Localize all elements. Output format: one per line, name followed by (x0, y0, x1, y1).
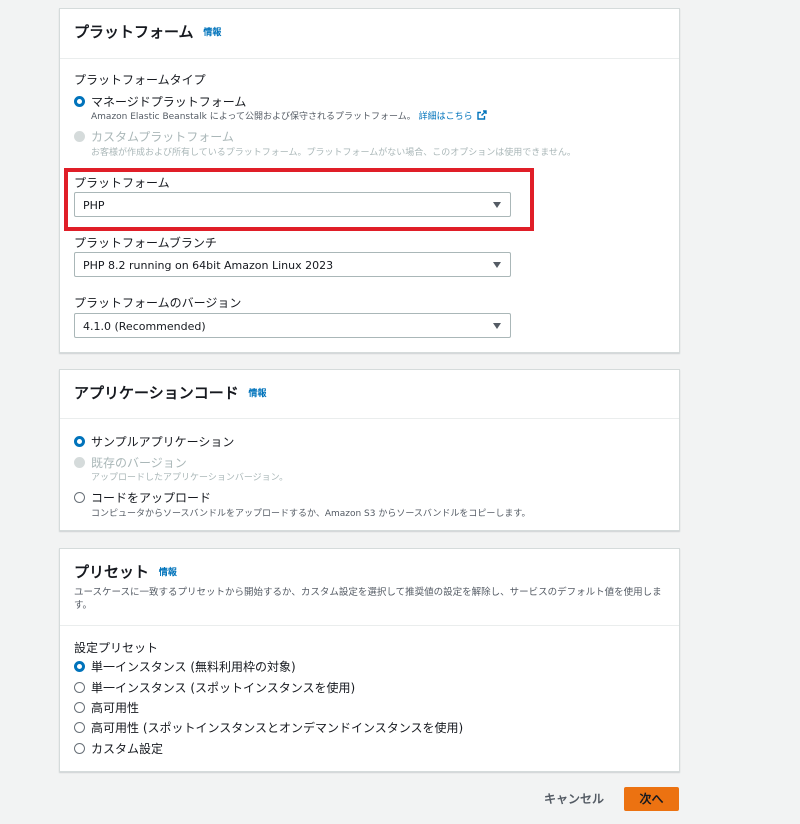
caret-down-icon (493, 323, 501, 329)
radio-preset-option[interactable]: カスタム設定 (74, 740, 163, 757)
radio-button-checked[interactable] (74, 436, 85, 447)
panel-title: プリセット (74, 563, 150, 581)
radio-button-disabled (74, 131, 85, 142)
learn-more-link[interactable]: 詳細はこちら (418, 110, 488, 122)
radio-label: 既存のバージョン (91, 456, 187, 470)
radio-button[interactable] (74, 722, 85, 733)
existing-version-desc: アップロードしたアプリケーションバージョン。 (91, 473, 289, 483)
info-link[interactable]: 情報 (203, 28, 221, 38)
desc-text: Amazon Elastic Beanstalk によって公開および保守されるプ… (91, 112, 416, 122)
managed-platform-desc: Amazon Elastic Beanstalk によって公開および保守されるプ… (91, 109, 488, 122)
preset-panel-header: プリセット 情報 ユースケースに一致するプリセットから開始するか、カスタム設定を… (60, 549, 679, 626)
radio-label: 高可用性 (91, 701, 140, 715)
radio-button-disabled (74, 457, 85, 468)
radio-button[interactable] (74, 682, 85, 693)
radio-upload-code[interactable]: コードをアップロード (74, 489, 211, 506)
panel-title: アプリケーションコード (74, 384, 239, 402)
caret-down-icon (493, 262, 501, 268)
platform-branch-select[interactable]: PHP 8.2 running on 64bit Amazon Linux 20… (74, 252, 511, 277)
radio-button[interactable] (74, 743, 85, 754)
panel-description: ユースケースに一致するプリセットから開始するか、カスタム設定を選択して推奨値の設… (74, 587, 662, 611)
platform-type-label: プラットフォームタイプ (74, 73, 206, 87)
select-value: PHP 8.2 running on 64bit Amazon Linux 20… (83, 259, 334, 272)
highlight-box (64, 168, 534, 231)
panel-title: プラットフォーム (74, 23, 194, 41)
radio-preset-option[interactable]: 高可用性 (74, 699, 139, 716)
config-preset-label: 設定プリセット (74, 641, 159, 655)
radio-label: コードをアップロード (91, 491, 212, 505)
custom-platform-desc: お客様が作成および所有しているプラットフォーム。プラットフォームがない場合、この… (91, 148, 576, 158)
info-link[interactable]: 情報 (159, 568, 177, 578)
radio-label: カスタム設定 (91, 742, 164, 756)
radio-label: カスタムプラットフォーム (91, 130, 234, 144)
radio-button-checked[interactable] (74, 661, 85, 672)
platform-version-select[interactable]: 4.1.0 (Recommended) (74, 313, 511, 338)
radio-preset-option[interactable]: 単一インスタンス (無料利用枠の対象) (74, 658, 296, 675)
platform-panel-header: プラットフォーム 情報 (60, 9, 679, 59)
radio-sample-application[interactable]: サンプルアプリケーション (74, 433, 234, 450)
radio-custom-platform[interactable]: カスタムプラットフォーム (74, 128, 234, 145)
radio-button-checked[interactable] (74, 96, 85, 107)
radio-label: 単一インスタンス (スポットインスタンスを使用) (91, 681, 356, 695)
upload-code-desc: コンピュータからソースバンドルをアップロードするか、Amazon S3 からソー… (91, 509, 531, 519)
info-link[interactable]: 情報 (249, 389, 267, 399)
platform-branch-label: プラットフォームブランチ (74, 236, 217, 250)
radio-preset-option[interactable]: 単一インスタンス (スポットインスタンスを使用) (74, 679, 355, 696)
radio-label: 単一インスタンス (無料利用枠の対象) (91, 660, 296, 674)
cancel-button[interactable]: キャンセル (538, 788, 610, 810)
radio-label: マネージドプラットフォーム (91, 95, 247, 109)
radio-existing-version[interactable]: 既存のバージョン (74, 454, 187, 471)
external-link-icon (477, 110, 488, 120)
platform-version-label: プラットフォームのバージョン (74, 296, 242, 310)
radio-preset-option[interactable]: 高可用性 (スポットインスタンスとオンデマンドインスタンスを使用) (74, 719, 463, 736)
radio-label: サンプルアプリケーション (91, 435, 235, 449)
link-text: 詳細はこちら (418, 112, 473, 122)
radio-button[interactable] (74, 702, 85, 713)
select-value: 4.1.0 (Recommended) (83, 320, 206, 333)
appcode-panel-header: アプリケーションコード 情報 (60, 370, 679, 419)
next-button[interactable]: 次へ (624, 787, 679, 811)
radio-managed-platform[interactable]: マネージドプラットフォーム (74, 93, 246, 110)
radio-label: 高可用性 (スポットインスタンスとオンデマンドインスタンスを使用) (91, 721, 464, 735)
radio-button[interactable] (74, 492, 85, 503)
